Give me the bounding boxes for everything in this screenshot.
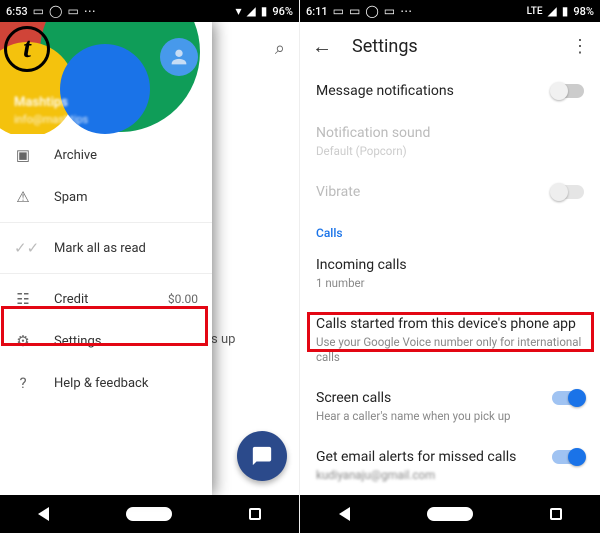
- compose-fab[interactable]: [237, 431, 287, 481]
- setting-title: Incoming calls: [316, 256, 584, 274]
- drawer-label: Settings: [54, 334, 101, 349]
- statusbar-time: 6:11: [306, 5, 328, 18]
- notif-icon: ▭: [33, 5, 44, 17]
- drawer-item-spam[interactable]: ⚠︎ Spam: [0, 176, 212, 218]
- battery-icon: ▮: [261, 5, 268, 17]
- nav-recent[interactable]: [249, 508, 261, 520]
- setting-title: Calls started from this device's phone a…: [316, 315, 584, 333]
- setting-incoming-calls[interactable]: Incoming calls 1 number: [316, 244, 584, 303]
- setting-sub: 1 number: [316, 276, 584, 291]
- more-notif-icon: ⋯: [400, 5, 412, 17]
- setting-calls-from-phone-app[interactable]: Calls started from this device's phone a…: [316, 303, 584, 377]
- setting-title: Vibrate: [316, 183, 540, 201]
- credit-icon: ☷: [14, 290, 32, 308]
- toggle-switch[interactable]: [552, 84, 584, 98]
- drawer-item-settings[interactable]: ⚙ Settings: [0, 320, 212, 362]
- setting-title: Screen calls: [316, 389, 540, 407]
- drawer-item-markread[interactable]: ✓✓ Mark all as read: [0, 227, 212, 269]
- more-notif-icon: ⋯: [84, 5, 96, 17]
- battery-pct: 96%: [272, 5, 293, 18]
- drawer-label: Help & feedback: [54, 376, 148, 391]
- gear-icon: ⚙: [14, 332, 32, 350]
- credit-value: $0.00: [168, 292, 198, 306]
- toggle-switch[interactable]: [552, 450, 584, 464]
- nav-back[interactable]: [38, 507, 49, 521]
- drawer-label: Credit: [54, 292, 88, 307]
- setting-title: Message notifications: [316, 82, 540, 100]
- search-icon[interactable]: ⌕: [275, 38, 285, 59]
- avatar[interactable]: [160, 38, 198, 76]
- setting-screen-calls[interactable]: Screen calls Hear a caller's name when y…: [316, 377, 584, 436]
- account-email: info@mashtips: [14, 113, 88, 126]
- voicemail-icon: ▭: [67, 5, 78, 17]
- whatsapp-icon: ◯: [365, 5, 378, 17]
- signal-icon: ◢: [247, 5, 256, 17]
- nav-recent[interactable]: [550, 508, 562, 520]
- toggle-switch[interactable]: [552, 391, 584, 405]
- battery-pct: 98%: [573, 5, 594, 18]
- drawer-item-archive[interactable]: ▣ Archive: [0, 134, 212, 176]
- wifi-icon: ▾: [236, 5, 242, 17]
- setting-email-alerts[interactable]: Get email alerts for missed calls kudiya…: [316, 436, 584, 495]
- voicemail-icon: ▭: [384, 5, 395, 17]
- read-icon: ✓✓: [14, 239, 32, 257]
- setting-sub: Use your Google Voice number only for in…: [316, 335, 584, 365]
- overflow-menu-icon[interactable]: ⋮: [571, 36, 588, 57]
- setting-vibrate: Vibrate: [316, 171, 584, 213]
- back-arrow-icon[interactable]: ←: [312, 34, 332, 59]
- page-title: Settings: [352, 36, 551, 57]
- help-icon: ?: [14, 374, 32, 392]
- drawer-label: Archive: [54, 148, 97, 163]
- signal-icon: ◢: [548, 5, 557, 17]
- setting-notification-sound: Notification sound Default (Popcorn): [316, 112, 584, 171]
- archive-icon: ▣: [14, 146, 32, 164]
- drawer-label: Mark all as read: [54, 241, 146, 256]
- setting-sub: Hear a caller's name when you pick up: [316, 409, 540, 424]
- toggle-switch: [552, 185, 584, 199]
- account-dropdown-icon[interactable]: ▼: [192, 115, 202, 126]
- network-type: LTE: [527, 6, 543, 17]
- drawer-item-help[interactable]: ? Help & feedback: [0, 362, 212, 404]
- spam-icon: ⚠︎: [14, 188, 32, 206]
- setting-sub: Default (Popcorn): [316, 144, 584, 159]
- notif-icon: ▭: [349, 5, 360, 17]
- brand-logo: t: [4, 26, 50, 72]
- setting-sub: kudiyanaju@gmail.com: [316, 468, 540, 483]
- battery-icon: ▮: [562, 5, 569, 17]
- drawer-label: Spam: [54, 190, 88, 205]
- nav-drawer: t Mashtips info@mashtips ▼ ▣ Archive ⚠︎: [0, 22, 212, 495]
- account-name: Mashtips: [14, 95, 68, 110]
- whatsapp-icon: ◯: [49, 5, 62, 17]
- nav-home[interactable]: [427, 507, 473, 521]
- nav-back[interactable]: [339, 507, 350, 521]
- setting-title: Get email alerts for missed calls: [316, 448, 540, 466]
- notif-icon: ▭: [333, 5, 344, 17]
- section-header-calls: Calls: [316, 214, 584, 244]
- nav-home[interactable]: [126, 507, 172, 521]
- statusbar-time: 6:53: [6, 5, 28, 18]
- setting-message-notifications[interactable]: Message notifications: [316, 70, 584, 112]
- setting-title: Notification sound: [316, 124, 584, 142]
- drawer-item-credit[interactable]: ☷ Credit $0.00: [0, 278, 212, 320]
